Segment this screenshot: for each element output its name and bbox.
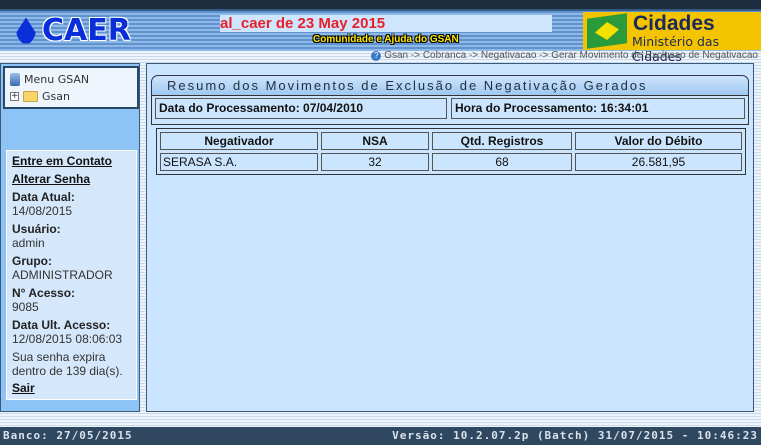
expand-icon[interactable]: + [10,92,19,101]
cell-qtd: 68 [432,153,572,171]
cell-negativador: SERASA S.A. [160,153,318,171]
logout-link[interactable]: Sair [12,381,131,395]
breadcrumb-text: Gsan -> Cobranca -> Negativacao -> Gerar… [384,50,758,61]
access-value: 9085 [12,300,39,314]
cidades-title: Cidades [633,12,715,35]
table-row: SERASA S.A. 32 68 26.581,95 [160,153,742,171]
last-access-value: 12/08/2015 08:06:03 [12,332,123,346]
news-marquee: al_caer de 23 May 2015 [220,15,552,32]
folder-icon [23,91,38,102]
water-drop-icon [16,17,36,44]
summary-table: Negativador NSA Qtd. Registros Valor do … [156,128,746,175]
logo-text: CAER [42,13,131,48]
cell-nsa: 32 [321,153,429,171]
cell-valor: 26.581,95 [575,153,742,171]
group-value: ADMINISTRADOR [12,268,113,282]
col-qtd: Qtd. Registros [432,132,572,150]
change-password-link[interactable]: Alterar Senha [12,172,131,186]
help-link[interactable]: Comunidade e Ajuda do GSAN [313,34,459,45]
group-label: Grupo: [12,254,52,268]
access-label: N° Acesso: [12,286,76,300]
processing-date: Data do Processamento: 07/04/2010 [155,98,447,119]
processing-info: Data do Processamento: 07/04/2010 Hora d… [151,95,749,125]
help-icon[interactable]: ? [371,50,382,61]
col-negativador: Negativador [160,132,318,150]
menu-item-label: Gsan [42,90,70,103]
menu-tree: Menu GSAN + Gsan [3,66,139,109]
footer: Banco: 27/05/2015 Versão: 10.2.07.2p (Ba… [0,427,761,445]
date-label: Data Atual: [12,190,75,204]
col-nsa: NSA [321,132,429,150]
header: CAER al_caer de 23 May 2015 Comunidade e… [0,11,761,64]
sidebar: Menu GSAN + Gsan Entre em Contato Alterar… [0,63,140,412]
user-label: Usuário: [12,222,61,236]
date-value: 14/08/2015 [12,204,73,218]
db-date: Banco: 27/05/2015 [3,429,133,442]
menu-root[interactable]: Menu GSAN [10,71,132,88]
page-title: Resumo dos Movimentos de Exclusão de Neg… [151,75,749,95]
password-expiry: Sua senha expira dentro de 139 dia(s). [12,350,123,378]
main-panel: Resumo dos Movimentos de Exclusão de Neg… [146,63,754,412]
menu-title: Menu GSAN [24,73,90,86]
version: Versão: 10.2.07.2p (Batch) 31/07/2015 - … [392,429,758,442]
user-info: Entre em Contato Alterar Senha Data Atua… [6,150,137,400]
table-header: Negativador NSA Qtd. Registros Valor do … [160,132,742,150]
breadcrumb: ? Gsan -> Cobranca -> Negativacao -> Gera… [371,50,758,61]
cidades-logo: Cidades Ministério das Cidades [583,12,761,64]
brazil-flag-icon [587,13,627,49]
processing-time: Hora do Processamento: 16:34:01 [451,98,745,119]
contact-link[interactable]: Entre em Contato [12,154,131,168]
computer-icon [10,73,20,86]
menu-item-gsan[interactable]: + Gsan [10,88,132,105]
top-bar [0,0,761,11]
col-valor: Valor do Débito [575,132,742,150]
caer-logo: CAER [16,13,131,48]
user-value: admin [12,236,45,250]
last-access-label: Data Ult. Acesso: [12,318,111,332]
